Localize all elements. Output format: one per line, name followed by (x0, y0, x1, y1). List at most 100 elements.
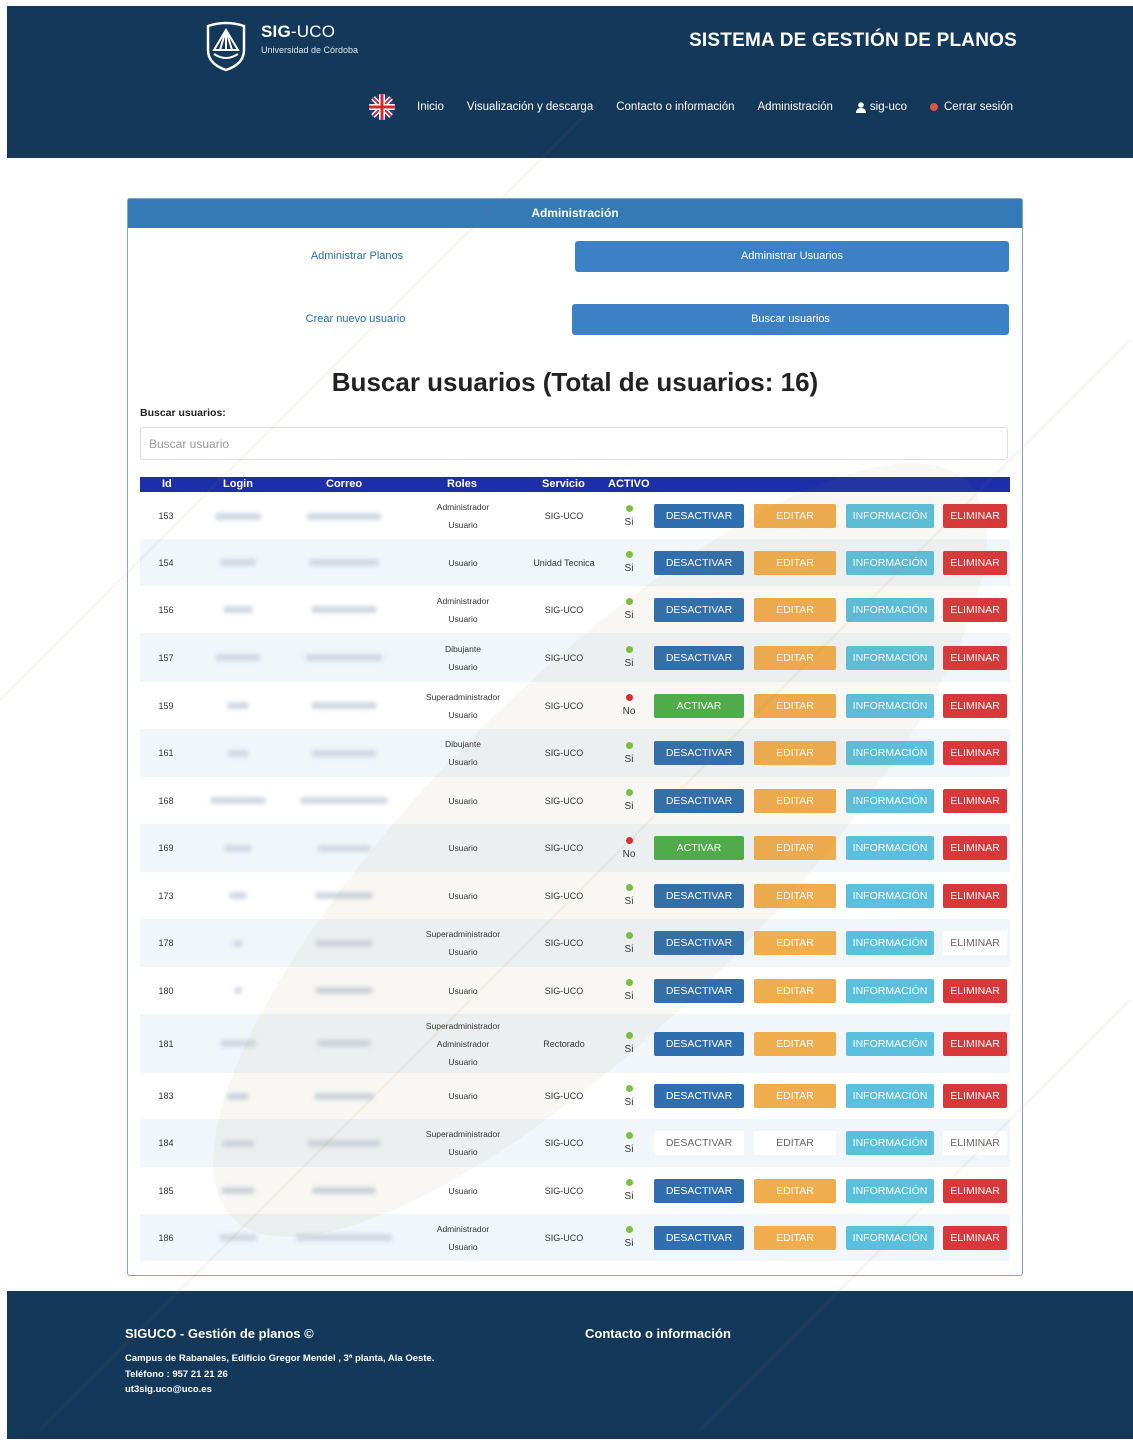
buscar-usuarios-button[interactable]: Buscar usuarios (572, 304, 1009, 335)
editar-button[interactable]: EDITAR (754, 884, 836, 908)
informacion-button[interactable]: INFORMACIÓN (846, 1179, 934, 1203)
footer-email[interactable]: ut3sig.uco@uco.es (125, 1382, 434, 1398)
editar-button[interactable]: EDITAR (754, 1226, 836, 1250)
eliminar-button[interactable]: ELIMINAR (943, 1131, 1007, 1155)
eliminar-button[interactable]: ELIMINAR (943, 1084, 1007, 1108)
informacion-button[interactable]: INFORMACIÓN (846, 789, 934, 813)
desactivar-button[interactable]: DESACTIVAR (654, 1179, 744, 1203)
nav-logout[interactable]: Cerrar sesión (930, 101, 1013, 113)
informacion-button[interactable]: INFORMACIÓN (846, 1131, 934, 1155)
informacion-button[interactable]: INFORMACIÓN (846, 504, 934, 528)
desactivar-button[interactable]: DESACTIVAR (654, 504, 744, 528)
activo-label: Si (624, 1191, 634, 1202)
editar-button[interactable]: EDITAR (754, 694, 836, 718)
eliminar-button[interactable]: ELIMINAR (943, 789, 1007, 813)
redacted-email (309, 559, 379, 566)
informacion-button[interactable]: INFORMACIÓN (846, 551, 934, 575)
col-login[interactable]: Login (223, 477, 253, 492)
editar-button[interactable]: EDITAR (754, 1084, 836, 1108)
informacion-button[interactable]: INFORMACIÓN (846, 598, 934, 622)
nav-inicio[interactable]: Inicio (417, 101, 444, 113)
nav-contacto[interactable]: Contacto o información (616, 101, 734, 113)
col-id[interactable]: Id (162, 477, 172, 492)
editar-button[interactable]: EDITAR (754, 741, 836, 765)
editar-button[interactable]: EDITAR (754, 979, 836, 1003)
nav-administracion[interactable]: Administración (758, 101, 833, 113)
informacion-button[interactable]: INFORMACIÓN (846, 884, 934, 908)
informacion-button[interactable]: INFORMACIÓN (846, 741, 934, 765)
desactivar-button[interactable]: DESACTIVAR (654, 646, 744, 670)
activar-button[interactable]: ACTIVAR (654, 694, 744, 718)
desactivar-button[interactable]: DESACTIVAR (654, 1226, 744, 1250)
desactivar-button[interactable]: DESACTIVAR (654, 979, 744, 1003)
eliminar-button[interactable]: ELIMINAR (943, 646, 1007, 670)
eliminar-button[interactable]: ELIMINAR (943, 836, 1007, 860)
eliminar-button[interactable]: ELIMINAR (943, 931, 1007, 955)
col-correo[interactable]: Correo (326, 477, 362, 492)
redacted-email (307, 512, 381, 520)
activo-label: Si (624, 896, 634, 907)
admin-usuarios-button[interactable]: Administrar Usuarios (575, 241, 1009, 272)
uco-shell-logo-icon[interactable] (204, 20, 248, 72)
editar-button[interactable]: EDITAR (754, 931, 836, 955)
role-label: Administrador (436, 1038, 490, 1049)
informacion-button[interactable]: INFORMACIÓN (846, 979, 934, 1003)
desactivar-button[interactable]: DESACTIVAR (654, 1032, 744, 1056)
informacion-button[interactable]: INFORMACIÓN (846, 1032, 934, 1056)
crear-usuario-button[interactable]: Crear nuevo usuario (140, 304, 571, 335)
informacion-button[interactable]: INFORMACIÓN (846, 836, 934, 860)
editar-button[interactable]: EDITAR (754, 1131, 836, 1155)
nav-visualizacion[interactable]: Visualización y descarga (467, 101, 593, 113)
eliminar-button[interactable]: ELIMINAR (943, 884, 1007, 908)
cell-id: 153 (158, 511, 174, 521)
col-roles[interactable]: Roles (447, 477, 477, 492)
editar-button[interactable]: EDITAR (754, 836, 836, 860)
eliminar-button[interactable]: ELIMINAR (943, 694, 1007, 718)
cell-correo (284, 872, 404, 919)
cell-login (192, 824, 284, 872)
editar-button[interactable]: EDITAR (754, 1032, 836, 1056)
informacion-button[interactable]: INFORMACIÓN (846, 1084, 934, 1108)
informacion-button[interactable]: INFORMACIÓN (846, 1226, 934, 1250)
redacted-login (220, 1040, 256, 1047)
brand[interactable]: SIG-UCO Universidad de Córdoba (261, 22, 358, 55)
admin-planos-button[interactable]: Administrar Planos (140, 241, 574, 272)
activar-button[interactable]: ACTIVAR (654, 836, 744, 860)
desactivar-button[interactable]: DESACTIVAR (654, 598, 744, 622)
eliminar-button[interactable]: ELIMINAR (943, 1179, 1007, 1203)
editar-button[interactable]: EDITAR (754, 1179, 836, 1203)
desactivar-button[interactable]: DESACTIVAR (654, 884, 744, 908)
nav-user[interactable]: sig-uco (855, 101, 907, 113)
desactivar-button[interactable]: DESACTIVAR (654, 551, 744, 575)
editar-button[interactable]: EDITAR (754, 504, 836, 528)
col-servicio[interactable]: Servicio (542, 477, 585, 492)
eliminar-button[interactable]: ELIMINAR (943, 979, 1007, 1003)
desactivar-button[interactable]: DESACTIVAR (654, 741, 744, 765)
editar-button[interactable]: EDITAR (754, 646, 836, 670)
eliminar-button[interactable]: ELIMINAR (943, 551, 1007, 575)
uk-flag-icon[interactable] (369, 94, 395, 120)
cell-login (192, 919, 284, 967)
cell-login (192, 1014, 284, 1073)
editar-button[interactable]: EDITAR (754, 789, 836, 813)
informacion-button[interactable]: INFORMACIÓN (846, 931, 934, 955)
informacion-button[interactable]: INFORMACIÓN (846, 646, 934, 670)
desactivar-button[interactable]: DESACTIVAR (654, 1084, 744, 1108)
editar-button[interactable]: EDITAR (754, 598, 836, 622)
desactivar-button[interactable]: DESACTIVAR (654, 1131, 744, 1155)
eliminar-button[interactable]: ELIMINAR (943, 1226, 1007, 1250)
redacted-login (210, 797, 266, 804)
editar-button[interactable]: EDITAR (754, 551, 836, 575)
desactivar-button[interactable]: DESACTIVAR (654, 789, 744, 813)
informacion-button[interactable]: INFORMACIÓN (846, 694, 934, 718)
eliminar-button[interactable]: ELIMINAR (943, 741, 1007, 765)
search-input[interactable] (140, 427, 1008, 460)
eliminar-button[interactable]: ELIMINAR (943, 598, 1007, 622)
cell-activo: Si (608, 729, 650, 777)
eliminar-button[interactable]: ELIMINAR (943, 504, 1007, 528)
col-activo[interactable]: ACTIVO (608, 477, 650, 492)
desactivar-button[interactable]: DESACTIVAR (654, 931, 744, 955)
footer-contact[interactable]: Contacto o información (585, 1326, 731, 1341)
role-label: Usuario (448, 557, 478, 568)
eliminar-button[interactable]: ELIMINAR (943, 1032, 1007, 1056)
